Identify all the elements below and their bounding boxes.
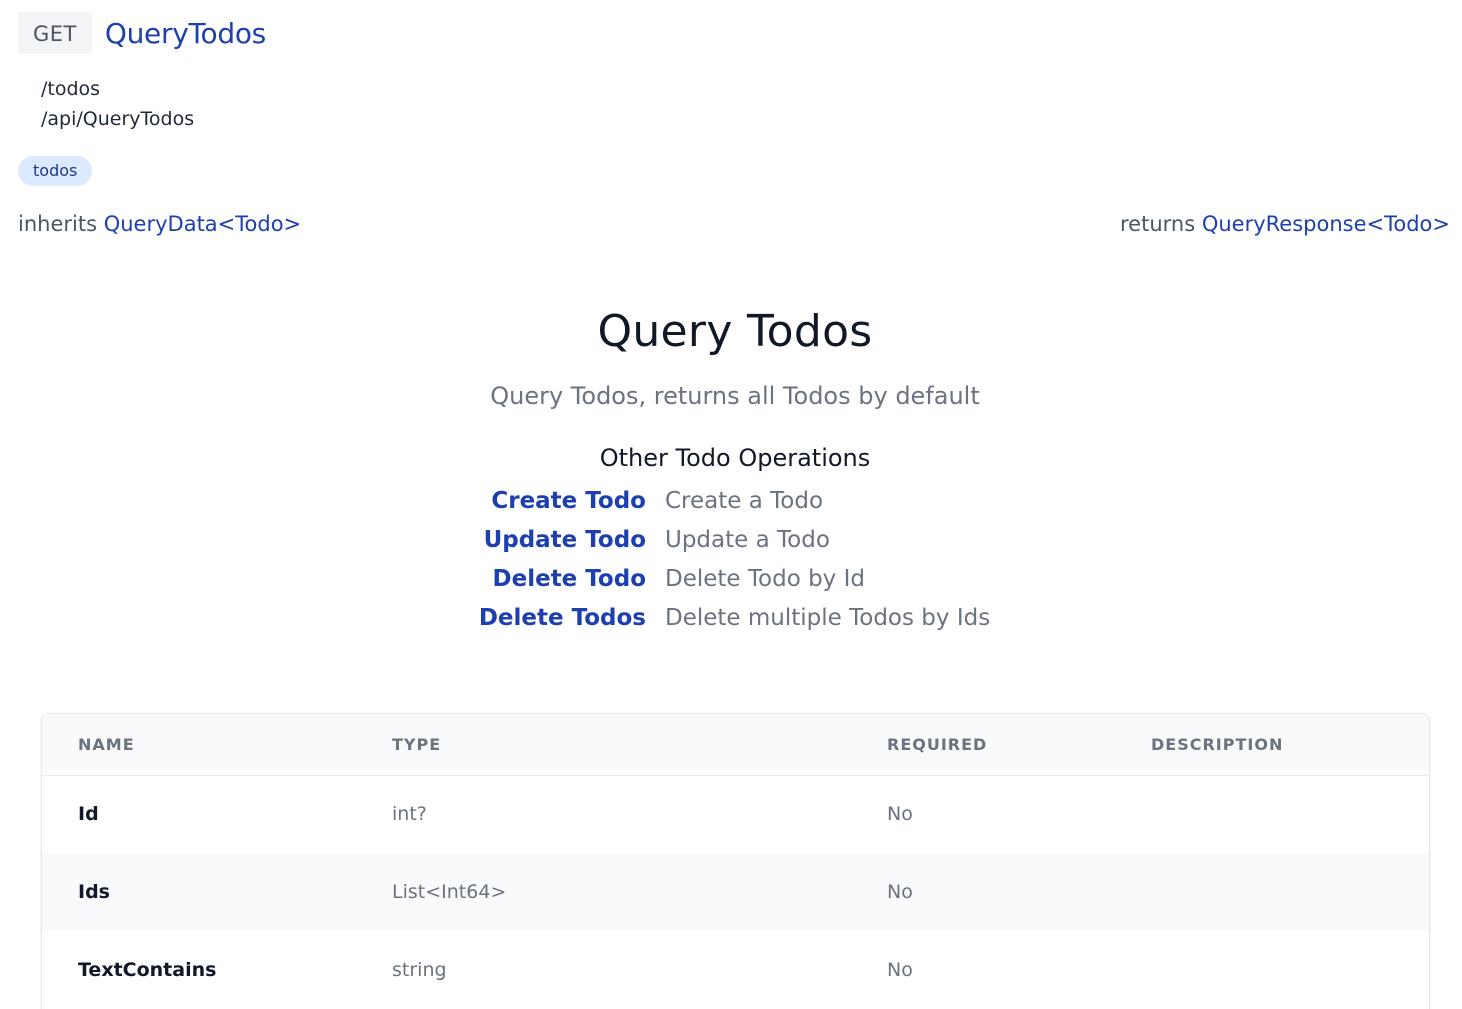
operation-name-link[interactable]: QueryTodos: [105, 17, 266, 50]
operation-item: Create Todo Create a Todo: [0, 482, 1462, 521]
operation-item: Delete Todos Delete multiple Todos by Id…: [0, 599, 1462, 638]
returns-label: returns: [1120, 212, 1196, 236]
route-path: /api/QueryTodos: [41, 108, 195, 130]
operation-link-update-todo[interactable]: Update Todo: [484, 521, 646, 560]
operation-description: Update a Todo: [665, 527, 830, 553]
type-info-row: inherits QueryData<Todo> returns QueryRe…: [18, 208, 1450, 240]
operation-item: Update Todo Update a Todo: [0, 521, 1462, 560]
tag-badge[interactable]: todos: [18, 156, 93, 186]
property-type: int?: [392, 803, 427, 826]
inherits-type-link[interactable]: QueryData<Todo>: [104, 212, 301, 236]
other-operations-list: Create Todo Create a Todo Update Todo Up…: [0, 482, 1462, 638]
operation-description: Delete multiple Todos by Ids: [665, 605, 991, 631]
doc-subtitle: Query Todos, returns all Todos by defaul…: [490, 382, 980, 410]
doc-title: Query Todos: [597, 306, 873, 357]
properties-table-container: NAME TYPE REQUIRED DESCRIPTION Id int? N…: [41, 713, 1430, 1009]
operation-header: GET QueryTodos: [18, 12, 266, 54]
route-path: /todos: [41, 78, 101, 100]
properties-table: NAME TYPE REQUIRED DESCRIPTION Id int? N…: [42, 714, 1429, 1009]
property-required: No: [887, 959, 913, 981]
returns-info: returns QueryResponse<Todo>: [1120, 212, 1450, 236]
inherits-label: inherits: [18, 212, 98, 236]
property-name: TextContains: [78, 959, 217, 981]
routes-list: /todos /api/QueryTodos: [41, 74, 194, 134]
property-description: [1151, 775, 1429, 853]
property-name: Ids: [78, 881, 110, 903]
operation-item: Delete Todo Delete Todo by Id: [0, 560, 1462, 599]
property-type: string: [392, 959, 447, 981]
operation-description: Create a Todo: [665, 488, 824, 514]
table-header-row: NAME TYPE REQUIRED DESCRIPTION: [42, 714, 1429, 775]
property-description: [1151, 931, 1429, 1009]
operation-link-delete-todo[interactable]: Delete Todo: [493, 560, 646, 599]
table-row: TextContains string No: [42, 931, 1429, 1009]
inherits-info: inherits QueryData<Todo>: [18, 212, 301, 236]
property-name: Id: [78, 803, 99, 826]
operation-link-create-todo[interactable]: Create Todo: [491, 482, 646, 521]
column-header-type: TYPE: [392, 734, 442, 754]
table-row: Ids List<Int64> No: [42, 853, 1429, 931]
column-header-name: NAME: [78, 734, 135, 754]
other-operations-heading: Other Todo Operations: [599, 444, 871, 472]
api-operation-page: GET QueryTodos /todos /api/QueryTodos to…: [0, 0, 1462, 1009]
property-required: No: [887, 803, 913, 826]
property-required: No: [887, 881, 913, 903]
column-header-required: REQUIRED: [887, 734, 988, 754]
table-row: Id int? No: [42, 775, 1429, 853]
property-type: List<Int64>: [392, 881, 507, 903]
returns-type-link[interactable]: QueryResponse<Todo>: [1202, 212, 1450, 236]
column-header-description: DESCRIPTION: [1151, 734, 1284, 754]
operation-description: Delete Todo by Id: [665, 566, 865, 592]
http-method-badge: GET: [18, 12, 92, 54]
property-description: [1151, 853, 1429, 931]
operation-link-delete-todos[interactable]: Delete Todos: [479, 599, 646, 638]
